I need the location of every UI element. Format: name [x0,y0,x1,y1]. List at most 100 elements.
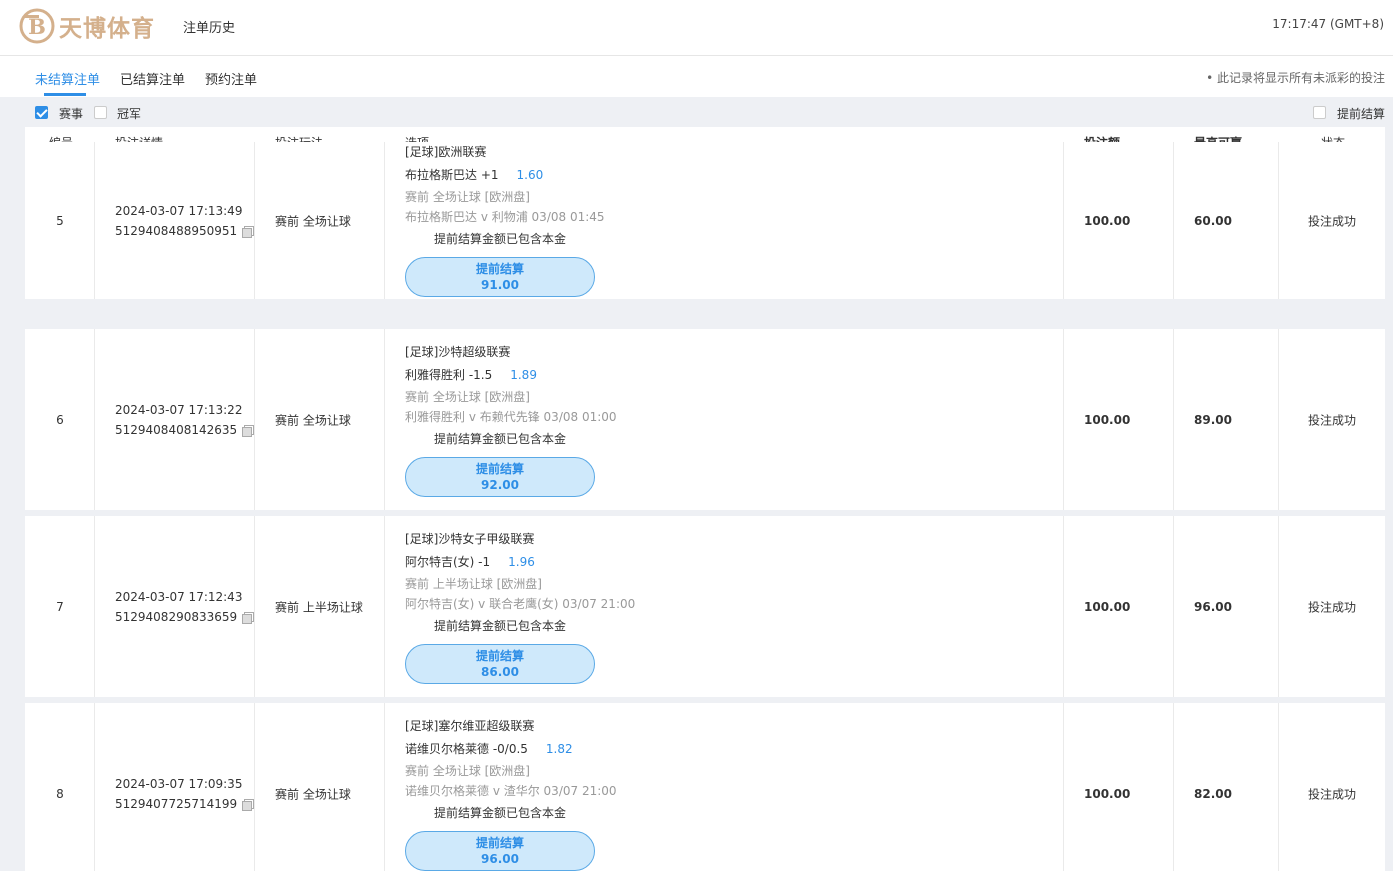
cashout-note: 提前结算金额已包含本金 [434,232,567,246]
row-status-cell: 投注成功 [1279,329,1385,510]
champion-checkbox-label[interactable]: 冠军 [117,105,141,122]
cashout-button[interactable]: 提前结算 92.00 [405,457,595,497]
tab-unsettled[interactable]: 未结算注单 [35,69,100,88]
row-option-cell: [足球]塞尔维亚超级联赛 诺维贝尔格莱德 -0/0.5 1.82 赛前 全场让球 … [385,703,1064,871]
league-name: [足球]塞尔维亚超级联赛 [405,719,535,733]
match-info: 布拉格斯巴达 v 利物浦 03/08 01:45 [405,210,605,224]
row-stake-cell: 100.00 [1064,329,1174,510]
selection: 诺维贝尔格莱德 -0/0.5 [405,742,528,756]
cashout-button[interactable]: 提前结算 91.00 [405,257,595,297]
league-name: [足球]欧洲联赛 [405,145,487,159]
row-type-cell: 赛前 全场让球 [255,142,385,299]
max-win-amount: 89.00 [1194,412,1232,427]
early-settle-checkbox[interactable] [1313,106,1326,119]
cashout-label: 提前结算 [475,836,524,850]
tab-reserved[interactable]: 预约注单 [205,69,257,88]
row-type-cell: 赛前 全场让球 [255,329,385,510]
row-no-cell: 6 [25,329,95,510]
tab-settled[interactable]: 已结算注单 [120,69,185,88]
event-checkbox[interactable] [35,106,48,119]
market-info: 赛前 全场让球 [欧洲盘] [405,390,530,404]
row-win-cell: 82.00 [1174,703,1279,871]
cashout-amount: 92.00 [481,478,519,492]
cashout-button[interactable]: 提前结算 86.00 [405,644,595,684]
order-id: 5129407725714199 [115,796,238,811]
filter-bar: 赛事 冠军 提前结算 [0,97,1393,127]
logo-text: 天博体育 [59,16,155,42]
cashout-note: 提前结算金额已包含本金 [434,806,567,820]
odds: 1.96 [508,555,535,569]
row-type-cell: 赛前 上半场让球 [255,516,385,697]
selection: 利雅得胜利 -1.5 [405,368,493,382]
row-no: 7 [56,599,64,614]
row-win-cell: 89.00 [1174,329,1279,510]
event-checkbox-label[interactable]: 赛事 [59,105,83,122]
bet-status: 投注成功 [1307,214,1356,228]
row-no: 6 [56,412,64,427]
league-name: [足球]沙特女子甲级联赛 [405,532,535,546]
order-id: 5129408408142635 [115,422,238,437]
selection: 布拉格斯巴达 +1 [405,168,499,182]
cashout-button[interactable]: 提前结算 96.00 [405,831,595,871]
match-info: 利雅得胜利 v 布赖代先锋 03/08 01:00 [405,410,617,424]
cashout-label: 提前结算 [475,649,524,663]
copy-icon[interactable] [242,611,255,624]
bet-time: 2024-03-07 17:13:49 [115,203,243,218]
top-header: B 天博体育 注单历史 17:17:47 (GMT+8) [0,0,1393,56]
bet-time: 2024-03-07 17:13:22 [115,402,243,417]
row-option-cell: [足球]沙特超级联赛 利雅得胜利 -1.5 1.89 赛前 全场让球 [欧洲盘] … [385,329,1064,510]
cashout-amount: 91.00 [481,278,519,292]
copy-icon[interactable] [242,225,255,238]
bet-time: 2024-03-07 17:12:43 [115,589,243,604]
row-win-cell: 60.00 [1174,142,1279,299]
max-win-amount: 96.00 [1194,599,1232,614]
market-info: 赛前 全场让球 [欧洲盘] [405,764,530,778]
active-tab-indicator [44,93,86,96]
row-stake-cell: 100.00 [1064,142,1174,299]
cashout-label: 提前结算 [475,262,524,276]
row-status-cell: 投注成功 [1279,516,1385,697]
records-notice: • 此记录将显示所有未派彩的投注 [1206,71,1385,85]
row-status-cell: 投注成功 [1279,142,1385,299]
champion-checkbox[interactable] [94,106,107,119]
table-row: 7 2024-03-07 17:12:43 5129408290833659 赛… [25,516,1385,697]
bet-type: 赛前 全场让球 [275,214,351,228]
bet-type: 赛前 全场让球 [275,787,351,801]
bet-status: 投注成功 [1307,787,1356,801]
bet-status: 投注成功 [1307,413,1356,427]
row-option-cell: [足球]欧洲联赛 布拉格斯巴达 +1 1.60 赛前 全场让球 [欧洲盘] 布拉格… [385,142,1064,299]
server-clock: 17:17:47 (GMT+8) [1272,17,1384,31]
table-row: 6 2024-03-07 17:13:22 5129408408142635 赛… [25,329,1385,510]
stake-amount: 100.00 [1084,786,1131,801]
stake-amount: 100.00 [1084,412,1131,427]
bet-time: 2024-03-07 17:09:35 [115,776,243,791]
row-no: 5 [56,213,64,228]
match-info: 阿尔特吉(女) v 联合老鹰(女) 03/07 21:00 [405,597,636,611]
copy-icon[interactable] [242,798,255,811]
stake-amount: 100.00 [1084,213,1131,228]
copy-icon[interactable] [242,424,255,437]
odds: 1.89 [510,368,537,382]
row-no: 8 [56,786,64,801]
match-info: 诺维贝尔格莱德 v 渣华尔 03/07 21:00 [405,784,617,798]
row-stake-cell: 100.00 [1064,516,1174,697]
row-type-cell: 赛前 全场让球 [255,703,385,871]
selection: 阿尔特吉(女) -1 [405,555,491,569]
odds: 1.60 [516,168,544,182]
early-settle-checkbox-label[interactable]: 提前结算 [1337,105,1385,122]
table-row: 5 2024-03-07 17:13:49 5129408488950951 赛… [25,142,1385,299]
bet-type: 赛前 上半场让球 [275,600,363,614]
row-no-cell: 8 [25,703,95,871]
bet-tabs: 未结算注单 已结算注单 预约注单 • 此记录将显示所有未派彩的投注 [0,57,1393,97]
logo-icon: B [18,7,56,45]
row-option-cell: [足球]沙特女子甲级联赛 阿尔特吉(女) -1 1.96 赛前 上半场让球 [欧洲… [385,516,1064,697]
bet-status: 投注成功 [1307,600,1356,614]
row-no-cell: 5 [25,142,95,299]
cashout-amount: 96.00 [481,852,519,866]
brand-logo[interactable]: B 天博体育 [18,6,155,46]
max-win-amount: 82.00 [1194,786,1232,801]
odds: 1.82 [545,742,573,756]
row-status-cell: 投注成功 [1279,703,1385,871]
row-stake-cell: 100.00 [1064,703,1174,871]
row-detail-cell: 2024-03-07 17:09:35 5129407725714199 [95,703,255,871]
